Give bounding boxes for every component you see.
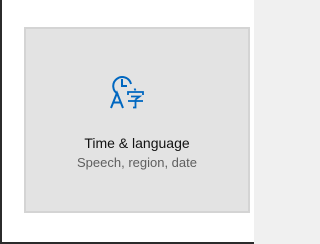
time-language-icon xyxy=(110,76,144,109)
tile-subtitle: Speech, region, date xyxy=(77,155,197,170)
time-language-tile[interactable]: Time & language Speech, region, date xyxy=(24,27,250,213)
settings-window-frame: Time & language Speech, region, date xyxy=(0,0,254,244)
tile-title: Time & language xyxy=(84,135,190,151)
